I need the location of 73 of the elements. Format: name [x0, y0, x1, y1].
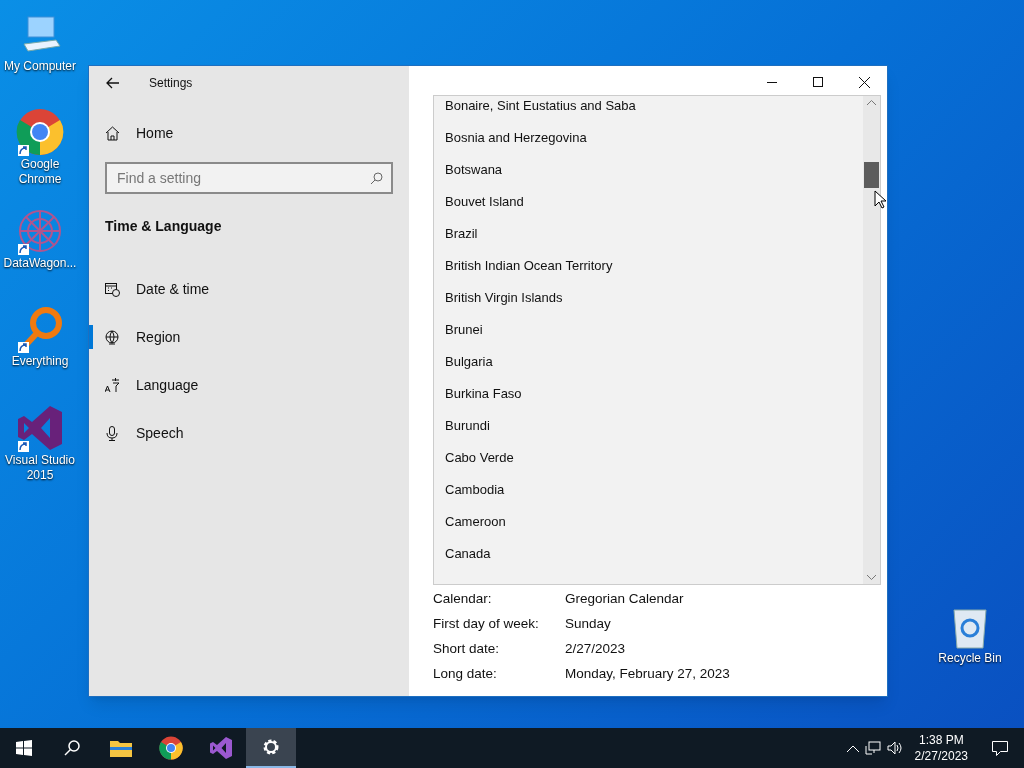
speaker-icon[interactable] — [886, 741, 903, 755]
infinity-logo-icon — [16, 404, 64, 452]
list-item[interactable]: Bosnia and Herzegovina — [434, 122, 863, 154]
scroll-down-icon — [867, 575, 876, 580]
desktop-shortcut[interactable]: Recycle Bin — [930, 600, 1010, 666]
list-item[interactable]: Burkina Faso — [434, 378, 863, 410]
list-item[interactable]: British Indian Ocean Territory — [434, 250, 863, 282]
scroll-up-icon — [867, 100, 876, 105]
field-label: First day of week: — [433, 615, 540, 634]
star-pattern-icon — [16, 207, 64, 255]
globe-icon — [105, 329, 120, 345]
window-title: Settings — [149, 75, 193, 92]
folder-icon — [110, 739, 132, 757]
chevron-up-icon[interactable] — [846, 744, 859, 752]
icon-label: Google Chrome — [17, 157, 63, 187]
sidebar-item[interactable]: Date & time — [89, 265, 409, 313]
list-item[interactable]: Bulgaria — [434, 346, 863, 378]
section-heading: Time & Language — [105, 217, 223, 236]
search-icon — [64, 740, 80, 756]
clock[interactable]: 1:38 PM 2/27/2023 — [908, 732, 974, 764]
icon-label: Visual Studio 2015 — [4, 453, 76, 483]
list-item[interactable]: Botswana — [434, 154, 863, 186]
search-icon — [370, 172, 383, 185]
field-label: Calendar: — [433, 590, 493, 609]
network-icon[interactable] — [864, 741, 881, 755]
sidebar-item[interactable]: Region — [89, 313, 409, 361]
minimize-icon — [767, 81, 777, 83]
calendar-clock-icon — [105, 281, 120, 297]
field-label: Long date: — [433, 665, 498, 684]
icon-label: My Computer — [4, 59, 76, 74]
close-icon — [858, 76, 870, 88]
desktop-shortcut[interactable]: Google Chrome — [0, 106, 80, 187]
taskbar-app-button[interactable] — [246, 728, 296, 768]
list-item[interactable]: Bonaire, Sint Eustatius and Saba — [434, 96, 863, 122]
sidebar-item[interactable]: Speech — [89, 409, 409, 457]
maximize-icon — [813, 77, 823, 87]
icon-label: Everything — [11, 354, 69, 369]
list-item[interactable]: Brunei — [434, 314, 863, 346]
list-item[interactable]: Cameroon — [434, 506, 863, 538]
notification-icon — [992, 740, 1008, 756]
list-item[interactable]: Brazil — [434, 218, 863, 250]
home-icon — [105, 125, 120, 141]
list-item[interactable]: British Virgin Islands — [434, 282, 863, 314]
icon-label: Recycle Bin — [938, 651, 1002, 666]
microphone-icon — [105, 425, 120, 441]
list-item[interactable]: Bouvet Island — [434, 186, 863, 218]
field-value: 2/27/2023 — [565, 640, 626, 659]
list-item[interactable]: Burundi — [434, 410, 863, 442]
back-button[interactable] — [105, 75, 121, 91]
gear-icon — [261, 737, 281, 757]
list-item[interactable]: Canada — [434, 538, 863, 570]
desktop-shortcut[interactable]: Visual Studio 2015 — [0, 402, 80, 483]
desktop-shortcut[interactable]: My Computer — [0, 8, 80, 74]
list-item[interactable]: Cambodia — [434, 474, 863, 506]
field-label: Short date: — [433, 640, 501, 659]
icon-label: DataWagon... — [3, 256, 77, 271]
recycle-bin-icon — [950, 606, 990, 650]
language-icon — [105, 377, 120, 393]
list-item[interactable]: Cabo Verde — [434, 442, 863, 474]
scrollbar-thumb[interactable] — [864, 162, 879, 188]
field-value: Gregorian Calendar — [565, 590, 684, 609]
windows-logo-icon — [16, 740, 32, 756]
desktop-shortcut[interactable]: Everything — [0, 303, 80, 369]
search-field[interactable]: Find a setting — [105, 162, 393, 194]
infinity-logo-icon — [209, 736, 233, 760]
field-value: Monday, February 27, 2023 — [565, 665, 730, 684]
sidebar-item[interactable]: Language — [89, 361, 409, 409]
chrome-logo-icon — [16, 108, 64, 156]
chrome-logo-icon — [159, 736, 183, 760]
field-value: Sunday — [565, 615, 611, 634]
back-arrow-icon — [106, 77, 120, 89]
desktop-shortcut[interactable]: DataWagon... — [0, 205, 80, 271]
home-link[interactable]: Home — [105, 122, 409, 144]
